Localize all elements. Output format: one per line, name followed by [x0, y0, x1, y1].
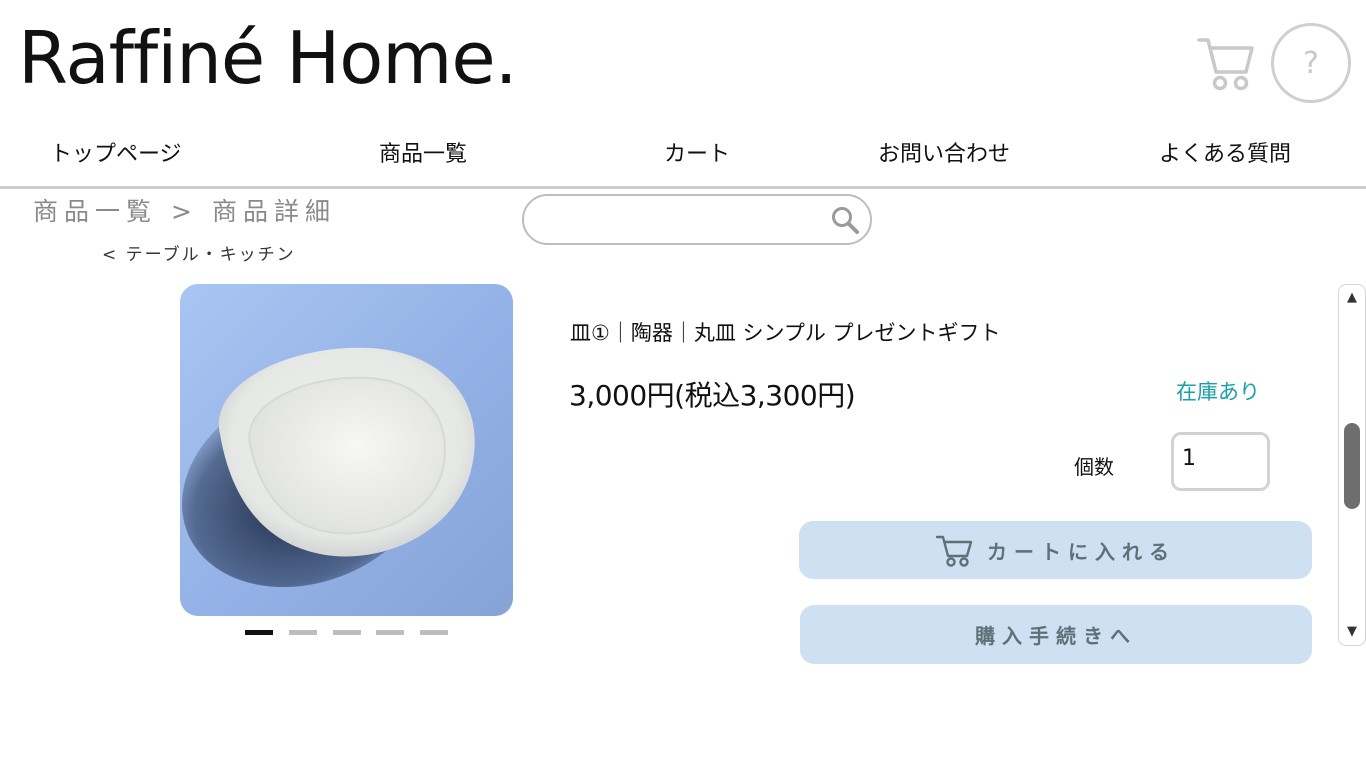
search-icon[interactable] [830, 205, 860, 235]
carousel-dot[interactable] [333, 630, 361, 635]
product-image[interactable] [180, 284, 513, 616]
nav-divider [0, 186, 1366, 189]
scrollbar-thumb[interactable] [1344, 423, 1360, 509]
help-icon: ? [1303, 45, 1319, 81]
breadcrumb-current: 商品詳細 [211, 197, 336, 226]
nav-item-top[interactable]: トップページ [50, 136, 182, 168]
cart-icon [935, 535, 973, 567]
nav-item-faq[interactable]: よくある質問 [1159, 136, 1291, 168]
nav-item-products[interactable]: 商品一覧 [379, 136, 467, 168]
carousel-dot[interactable] [376, 630, 404, 635]
scroll-up-arrow-icon[interactable]: ▲ [1339, 287, 1365, 309]
main-nav: トップページ 商品一覧 カート お問い合わせ よくある質問 [0, 128, 1366, 172]
carousel-dot[interactable] [420, 630, 448, 635]
plate-illustration [181, 347, 475, 588]
stock-status: 在庫あり [1176, 380, 1260, 404]
header-cart-button[interactable] [1196, 34, 1256, 92]
breadcrumb-parent[interactable]: 商品一覧 [33, 197, 157, 226]
carousel-dot[interactable] [289, 630, 317, 635]
help-button[interactable]: ? [1271, 23, 1351, 103]
scrollbar[interactable]: ▲ ▼ [1338, 284, 1366, 646]
nav-item-contact[interactable]: お問い合わせ [878, 136, 1010, 168]
search-input[interactable] [542, 204, 832, 236]
breadcrumb: 商品一覧 > 商品詳細 [33, 192, 336, 228]
quantity-input[interactable] [1171, 432, 1270, 491]
quantity-label: 個数 [1074, 455, 1114, 479]
add-to-cart-button[interactable]: カートに入れる [799, 521, 1312, 579]
breadcrumb-separator: > [171, 197, 198, 226]
search-box [522, 194, 872, 245]
scroll-down-arrow-icon[interactable]: ▼ [1339, 621, 1365, 643]
product-price: 3,000円(税込3,300円) [569, 379, 856, 412]
checkout-button[interactable]: 購入手続きへ [800, 605, 1312, 664]
add-to-cart-label: カートに入れる [987, 539, 1176, 564]
carousel-dot[interactable] [245, 630, 273, 635]
nav-item-cart[interactable]: カート [664, 136, 730, 168]
checkout-label: 購入手続きへ [975, 624, 1137, 648]
cart-icon [1197, 38, 1254, 91]
category-back-link[interactable]: < テーブル・キッチン [102, 240, 296, 265]
brand-logo[interactable]: Raffiné Home. [18, 22, 518, 94]
product-title: 皿①｜陶器｜丸皿 シンプル プレゼントギフト [570, 321, 1001, 345]
